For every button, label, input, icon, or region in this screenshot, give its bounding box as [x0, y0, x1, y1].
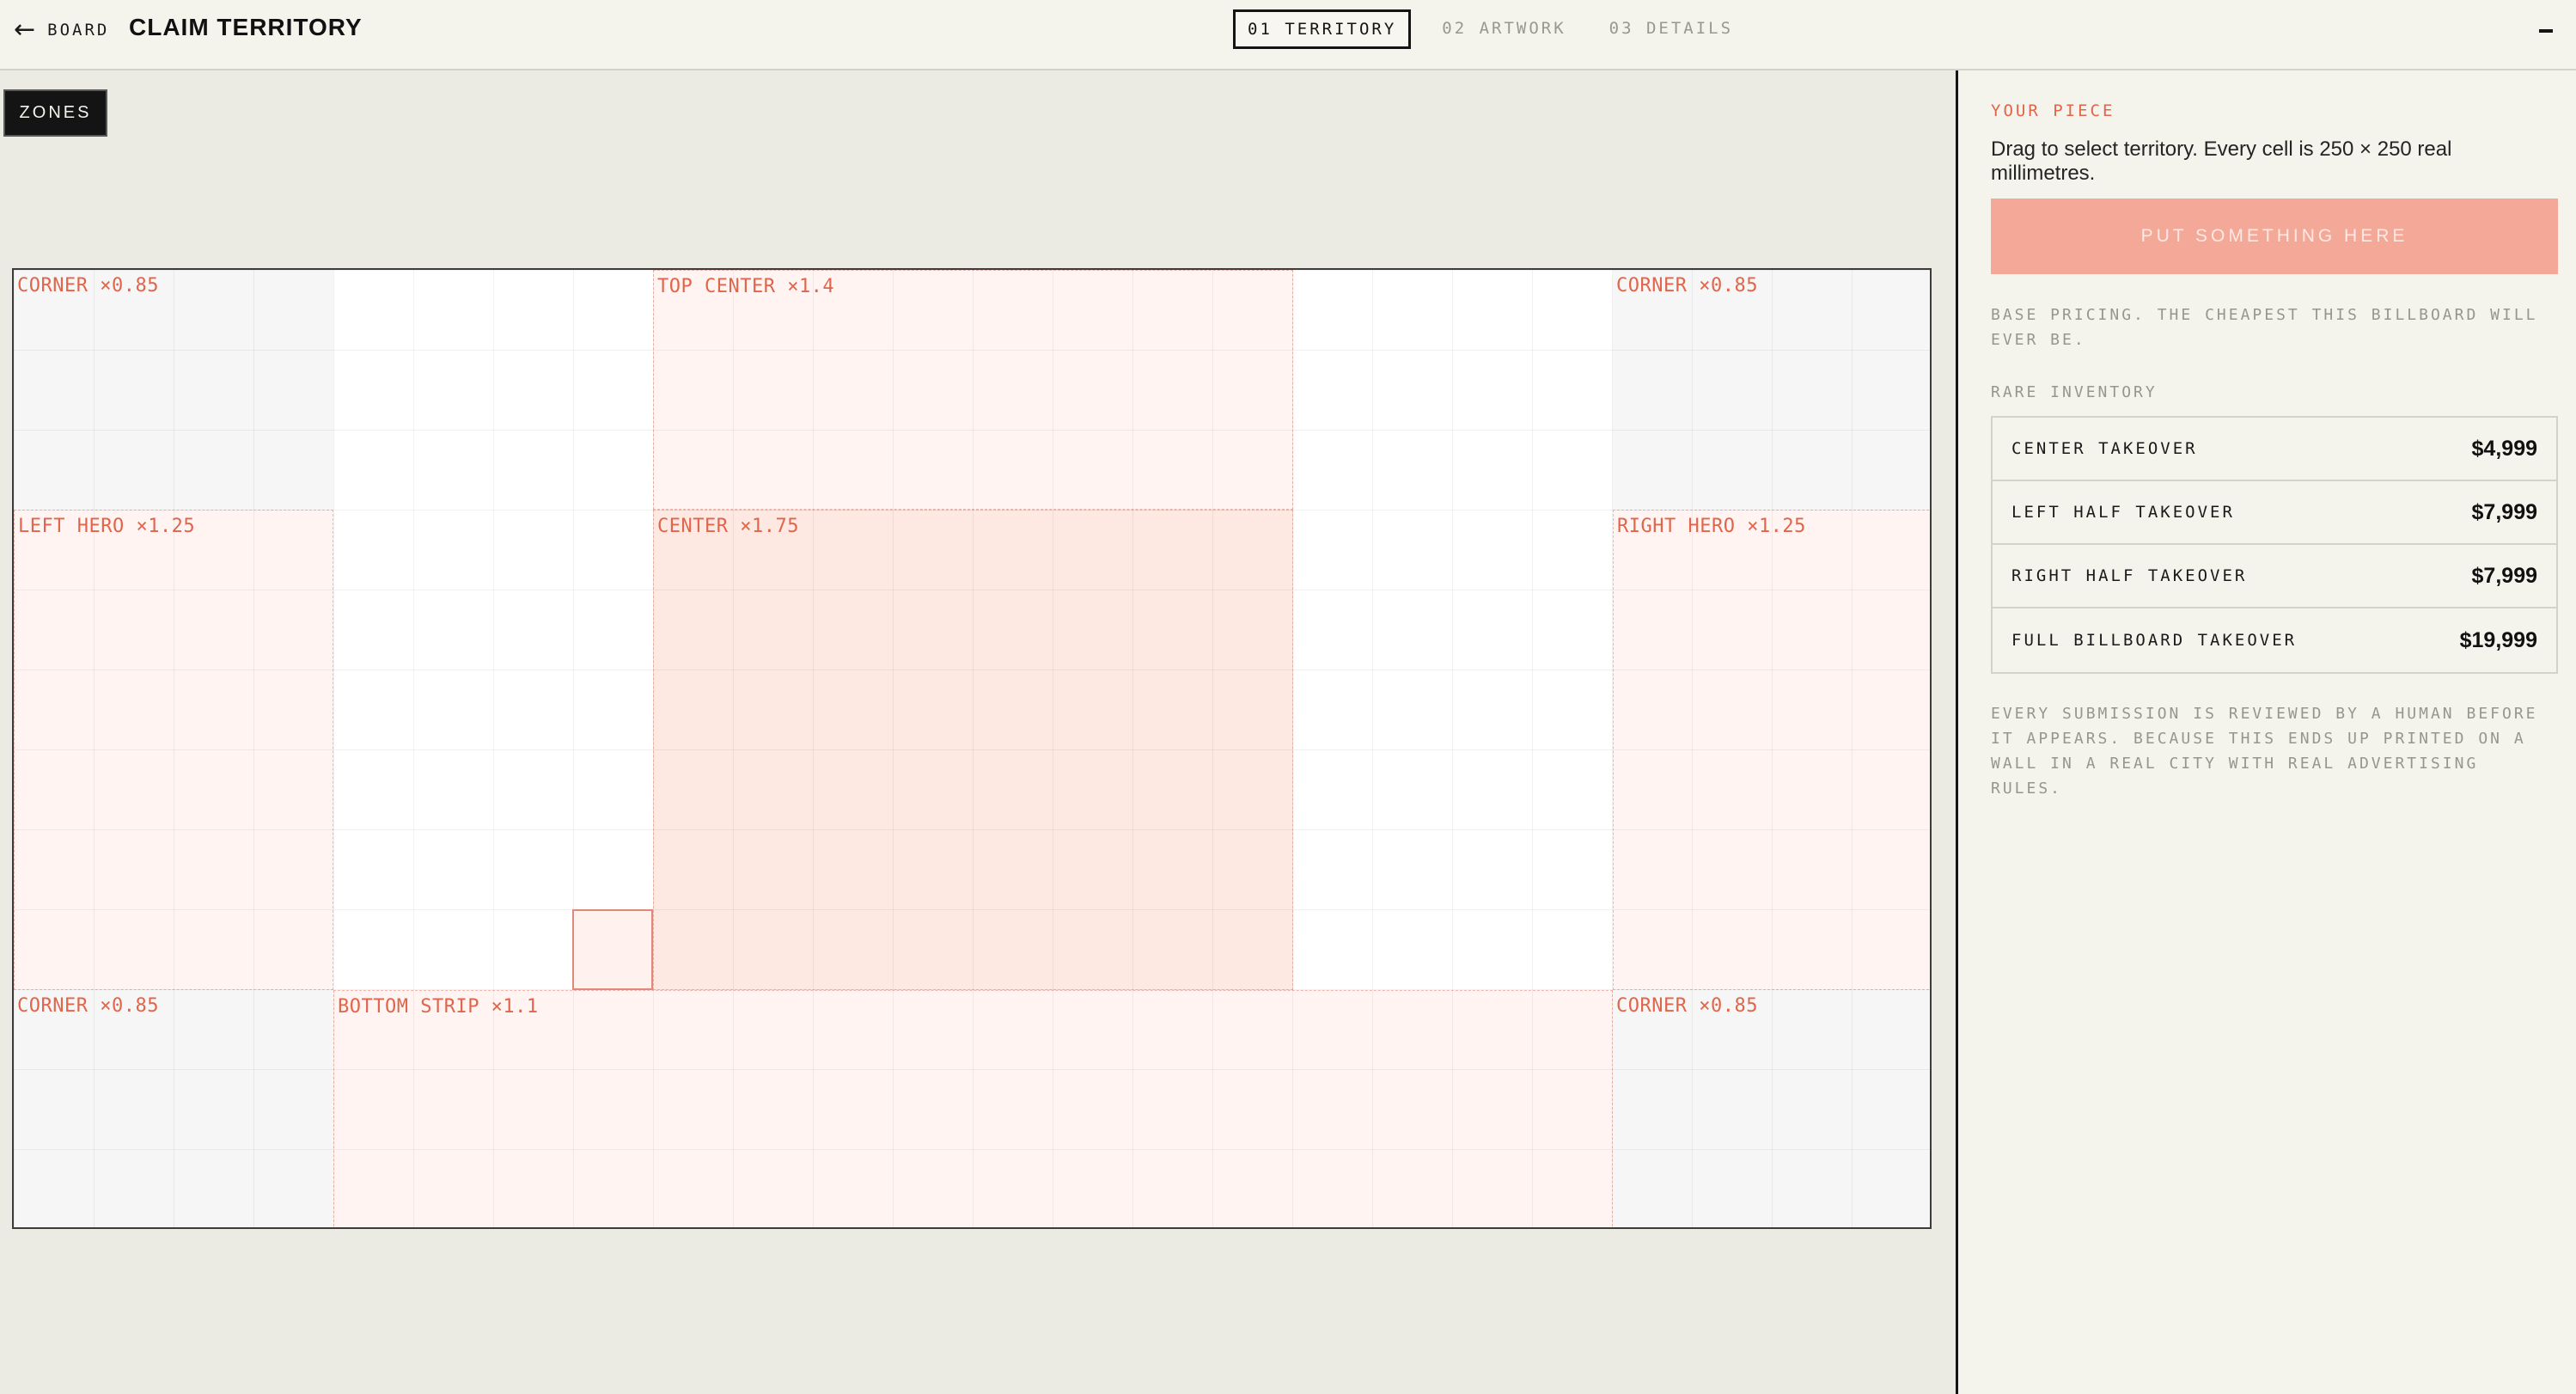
inventory-name: CENTER TAKEOVER	[2011, 439, 2198, 458]
side-panel: YOUR PIECE Drag to select territory. Eve…	[1956, 70, 2576, 1394]
zone-corner-bottom-right[interactable]: CORNER ×0.85	[1613, 990, 1930, 1227]
inventory-item-left-half-takeover[interactable]: LEFT HALF TAKEOVER $7,999	[1993, 481, 2556, 545]
inventory-price: $4,999	[2471, 436, 2537, 461]
inventory-item-right-half-takeover[interactable]: RIGHT HALF TAKEOVER $7,999	[1993, 545, 2556, 608]
zone-label: LEFT HERO ×1.25	[18, 516, 196, 537]
panel-eyebrow: YOUR PIECE	[1991, 101, 2115, 120]
inventory-item-center-takeover[interactable]: CENTER TAKEOVER $4,999	[1993, 418, 2556, 481]
review-note: EVERY SUBMISSION IS REVIEWED BY A HUMAN …	[1991, 705, 2538, 798]
zone-top-center[interactable]: TOP CENTER ×1.4	[653, 270, 1293, 510]
zone-label: CENTER ×1.75	[657, 516, 799, 537]
tab-territory[interactable]: 01 TERRITORY	[1233, 9, 1412, 49]
arrow-left-icon: ←	[14, 15, 36, 45]
top-bar: ← BOARD CLAIM TERRITORY 01 TERRITORY 02 …	[0, 0, 2576, 70]
panel-description: Drag to select territory. Every cell is …	[1991, 138, 2452, 185]
step-tabs: 01 TERRITORY 02 ARTWORK 03 DETAILS	[1233, 9, 1745, 49]
zone-bottom-strip[interactable]: BOTTOM STRIP ×1.1	[333, 990, 1613, 1227]
inventory-item-full-billboard-takeover[interactable]: FULL BILLBOARD TAKEOVER $19,999	[1993, 608, 2556, 672]
inventory-price: $19,999	[2459, 627, 2537, 652]
inventory-price: $7,999	[2471, 563, 2537, 588]
billboard-grid[interactable]: CORNER ×0.85 TOP CENTER ×1.4 CORNER ×0.8…	[12, 268, 1932, 1229]
zone-label: CORNER ×0.85	[17, 275, 159, 297]
zone-label: CORNER ×0.85	[1616, 995, 1758, 1017]
back-label: BOARD	[47, 21, 110, 40]
zone-left-hero[interactable]: LEFT HERO ×1.25	[14, 510, 333, 990]
inventory-name: LEFT HALF TAKEOVER	[2011, 503, 2235, 522]
zone-label: RIGHT HERO ×1.25	[1617, 516, 1806, 537]
rare-inventory-list: CENTER TAKEOVER $4,999 LEFT HALF TAKEOVE…	[1991, 416, 2558, 674]
minimize-icon[interactable]	[2539, 29, 2553, 33]
zone-center[interactable]: CENTER ×1.75	[653, 510, 1293, 990]
zone-right-hero[interactable]: RIGHT HERO ×1.25	[1613, 510, 1930, 990]
tab-details[interactable]: 03 DETAILS	[1597, 9, 1745, 49]
selected-cell[interactable]	[572, 909, 653, 990]
zones-toggle-button[interactable]: ZONES	[3, 89, 107, 137]
rare-inventory-label: RARE INVENTORY	[1991, 383, 2158, 401]
back-to-board-link[interactable]: ← BOARD	[14, 15, 109, 45]
inventory-name: RIGHT HALF TAKEOVER	[2011, 566, 2248, 585]
zone-corner-top-left[interactable]: CORNER ×0.85	[14, 270, 333, 510]
put-something-here-button[interactable]: PUT SOMETHING HERE	[1991, 199, 2558, 274]
pricing-note: BASE PRICING. THE CHEAPEST THIS BILLBOAR…	[1991, 306, 2538, 349]
zone-corner-bottom-left[interactable]: CORNER ×0.85	[14, 990, 333, 1227]
zone-label: BOTTOM STRIP ×1.1	[338, 996, 539, 1018]
page-title: CLAIM TERRITORY	[129, 14, 363, 40]
zone-corner-top-right[interactable]: CORNER ×0.85	[1613, 270, 1930, 510]
inventory-price: $7,999	[2471, 499, 2537, 524]
zone-label: TOP CENTER ×1.4	[657, 276, 835, 297]
zone-label: CORNER ×0.85	[17, 995, 159, 1017]
tab-artwork[interactable]: 02 ARTWORK	[1430, 9, 1578, 49]
zone-label: CORNER ×0.85	[1616, 275, 1758, 297]
inventory-name: FULL BILLBOARD TAKEOVER	[2011, 631, 2298, 650]
